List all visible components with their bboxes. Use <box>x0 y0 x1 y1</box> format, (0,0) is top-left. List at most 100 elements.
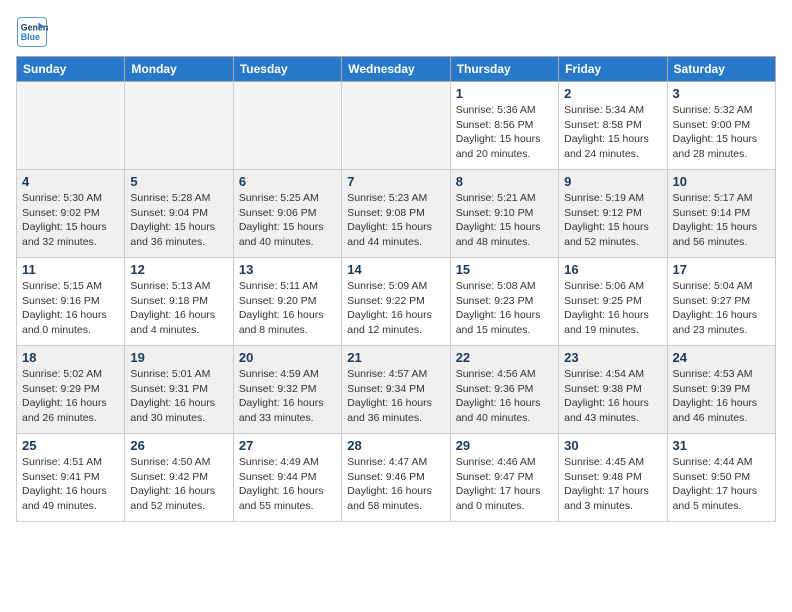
calendar-cell: 20Sunrise: 4:59 AM Sunset: 9:32 PM Dayli… <box>233 346 341 434</box>
day-info: Sunrise: 5:08 AM Sunset: 9:23 PM Dayligh… <box>456 279 553 338</box>
day-number: 3 <box>673 86 770 101</box>
calendar-week-4: 18 Sunrise: 5:02 AM Sunset: 9:29 PM Dayli… <box>17 346 776 434</box>
day-info: Sunrise: 5:01 AM Sunset: 9:31 PM Dayligh… <box>130 367 227 426</box>
day-number: 9 <box>564 174 661 189</box>
day-info: Sunrise: 4:50 AM Sunset: 9:42 PM Dayligh… <box>130 455 227 514</box>
day-info: Sunrise: 4:46 AM Sunset: 9:47 PM Dayligh… <box>456 455 553 514</box>
day-info: Sunrise: 5:23 AM Sunset: 9:08 PM Dayligh… <box>347 191 444 250</box>
day-info: Sunrise: 4:57 AM Sunset: 9:34 PM Dayligh… <box>347 367 444 426</box>
calendar: SundayMondayTuesdayWednesdayThursdayFrid… <box>16 56 776 522</box>
day-number: 1 <box>456 86 553 101</box>
svg-text:Blue: Blue <box>21 32 40 42</box>
calendar-cell: 14 Sunrise: 5:09 AM Sunset: 9:22 PM Dayli… <box>342 258 450 346</box>
day-number: 8 <box>456 174 553 189</box>
day-number: 14 <box>347 262 444 277</box>
calendar-cell: 2 Sunrise: 5:34 AM Sunset: 8:58 PM Daylig… <box>559 82 667 170</box>
day-number: 15 <box>456 262 553 277</box>
day-number: 5 <box>130 174 227 189</box>
day-info: Sunrise: 5:28 AM Sunset: 9:04 PM Dayligh… <box>130 191 227 250</box>
day-number: 23 <box>564 350 661 365</box>
day-info: Sunrise: 5:36 AM Sunset: 8:56 PM Dayligh… <box>456 103 553 162</box>
calendar-cell: 31Sunrise: 4:44 AM Sunset: 9:50 PM Dayli… <box>667 434 775 522</box>
calendar-cell: 21 Sunrise: 4:57 AM Sunset: 9:34 PM Dayli… <box>342 346 450 434</box>
calendar-header-row: SundayMondayTuesdayWednesdayThursdayFrid… <box>17 57 776 82</box>
day-info: Sunrise: 4:53 AM Sunset: 9:39 PM Dayligh… <box>673 367 770 426</box>
calendar-cell: 19 Sunrise: 5:01 AM Sunset: 9:31 PM Dayli… <box>125 346 233 434</box>
day-info: Sunrise: 5:15 AM Sunset: 9:16 PM Dayligh… <box>22 279 119 338</box>
weekday-header-thursday: Thursday <box>450 57 558 82</box>
page-header: General Blue <box>16 16 776 48</box>
calendar-cell: 26 Sunrise: 4:50 AM Sunset: 9:42 PM Dayli… <box>125 434 233 522</box>
calendar-cell: 16 Sunrise: 5:06 AM Sunset: 9:25 PM Dayli… <box>559 258 667 346</box>
day-number: 29 <box>456 438 553 453</box>
calendar-cell <box>233 82 341 170</box>
day-info: Sunrise: 5:25 AM Sunset: 9:06 PM Dayligh… <box>239 191 336 250</box>
calendar-cell: 5 Sunrise: 5:28 AM Sunset: 9:04 PM Daylig… <box>125 170 233 258</box>
day-number: 16 <box>564 262 661 277</box>
calendar-cell: 17Sunrise: 5:04 AM Sunset: 9:27 PM Dayli… <box>667 258 775 346</box>
day-info: Sunrise: 5:32 AM Sunset: 9:00 PM Dayligh… <box>673 103 770 162</box>
day-info: Sunrise: 4:51 AM Sunset: 9:41 PM Dayligh… <box>22 455 119 514</box>
day-info: Sunrise: 5:19 AM Sunset: 9:12 PM Dayligh… <box>564 191 661 250</box>
day-number: 30 <box>564 438 661 453</box>
day-info: Sunrise: 4:45 AM Sunset: 9:48 PM Dayligh… <box>564 455 661 514</box>
calendar-cell: 12Sunrise: 5:13 AM Sunset: 9:18 PM Dayli… <box>125 258 233 346</box>
day-number: 27 <box>239 438 336 453</box>
weekday-header-friday: Friday <box>559 57 667 82</box>
day-number: 2 <box>564 86 661 101</box>
day-number: 18 <box>22 350 119 365</box>
day-number: 21 <box>347 350 444 365</box>
weekday-header-wednesday: Wednesday <box>342 57 450 82</box>
calendar-cell: 11Sunrise: 5:15 AM Sunset: 9:16 PM Dayli… <box>17 258 125 346</box>
calendar-cell: 29 Sunrise: 4:46 AM Sunset: 9:47 PM Dayli… <box>450 434 558 522</box>
calendar-cell: 6 Sunrise: 5:25 AM Sunset: 9:06 PM Daylig… <box>233 170 341 258</box>
day-number: 7 <box>347 174 444 189</box>
day-number: 12 <box>130 262 227 277</box>
calendar-body: 1 Sunrise: 5:36 AM Sunset: 8:56 PM Daylig… <box>17 82 776 522</box>
day-info: Sunrise: 5:06 AM Sunset: 9:25 PM Dayligh… <box>564 279 661 338</box>
day-info: Sunrise: 5:30 AM Sunset: 9:02 PM Dayligh… <box>22 191 119 250</box>
calendar-cell: 1 Sunrise: 5:36 AM Sunset: 8:56 PM Daylig… <box>450 82 558 170</box>
calendar-week-1: 1 Sunrise: 5:36 AM Sunset: 8:56 PM Daylig… <box>17 82 776 170</box>
weekday-header-sunday: Sunday <box>17 57 125 82</box>
weekday-header-tuesday: Tuesday <box>233 57 341 82</box>
svg-text:General: General <box>21 22 48 32</box>
day-number: 26 <box>130 438 227 453</box>
calendar-cell: 25 Sunrise: 4:51 AM Sunset: 9:41 PM Dayli… <box>17 434 125 522</box>
day-info: Sunrise: 4:54 AM Sunset: 9:38 PM Dayligh… <box>564 367 661 426</box>
day-number: 6 <box>239 174 336 189</box>
calendar-cell: 10 Sunrise: 5:17 AM Sunset: 9:14 PM Dayli… <box>667 170 775 258</box>
calendar-cell: 13 Sunrise: 5:11 AM Sunset: 9:20 PM Dayli… <box>233 258 341 346</box>
day-info: Sunrise: 5:11 AM Sunset: 9:20 PM Dayligh… <box>239 279 336 338</box>
day-info: Sunrise: 5:34 AM Sunset: 8:58 PM Dayligh… <box>564 103 661 162</box>
day-number: 28 <box>347 438 444 453</box>
day-info: Sunrise: 5:21 AM Sunset: 9:10 PM Dayligh… <box>456 191 553 250</box>
calendar-week-2: 4 Sunrise: 5:30 AM Sunset: 9:02 PM Daylig… <box>17 170 776 258</box>
logo: General Blue <box>16 16 52 48</box>
day-number: 13 <box>239 262 336 277</box>
calendar-cell <box>125 82 233 170</box>
calendar-cell: 4 Sunrise: 5:30 AM Sunset: 9:02 PM Daylig… <box>17 170 125 258</box>
calendar-cell: 9 Sunrise: 5:19 AM Sunset: 9:12 PM Daylig… <box>559 170 667 258</box>
calendar-cell: 30 Sunrise: 4:45 AM Sunset: 9:48 PM Dayli… <box>559 434 667 522</box>
weekday-header-saturday: Saturday <box>667 57 775 82</box>
day-info: Sunrise: 4:47 AM Sunset: 9:46 PM Dayligh… <box>347 455 444 514</box>
day-info: Sunrise: 5:09 AM Sunset: 9:22 PM Dayligh… <box>347 279 444 338</box>
day-number: 31 <box>673 438 770 453</box>
day-number: 20 <box>239 350 336 365</box>
day-number: 4 <box>22 174 119 189</box>
calendar-cell: 7 Sunrise: 5:23 AM Sunset: 9:08 PM Daylig… <box>342 170 450 258</box>
calendar-cell <box>17 82 125 170</box>
day-number: 24 <box>673 350 770 365</box>
day-number: 19 <box>130 350 227 365</box>
day-number: 25 <box>22 438 119 453</box>
day-info: Sunrise: 5:02 AM Sunset: 9:29 PM Dayligh… <box>22 367 119 426</box>
day-info: Sunrise: 5:17 AM Sunset: 9:14 PM Dayligh… <box>673 191 770 250</box>
calendar-cell: 27 Sunrise: 4:49 AM Sunset: 9:44 PM Dayli… <box>233 434 341 522</box>
calendar-week-3: 11Sunrise: 5:15 AM Sunset: 9:16 PM Dayli… <box>17 258 776 346</box>
day-number: 10 <box>673 174 770 189</box>
day-number: 17 <box>673 262 770 277</box>
day-info: Sunrise: 4:49 AM Sunset: 9:44 PM Dayligh… <box>239 455 336 514</box>
calendar-cell: 3 Sunrise: 5:32 AM Sunset: 9:00 PM Daylig… <box>667 82 775 170</box>
calendar-cell: 18 Sunrise: 5:02 AM Sunset: 9:29 PM Dayli… <box>17 346 125 434</box>
